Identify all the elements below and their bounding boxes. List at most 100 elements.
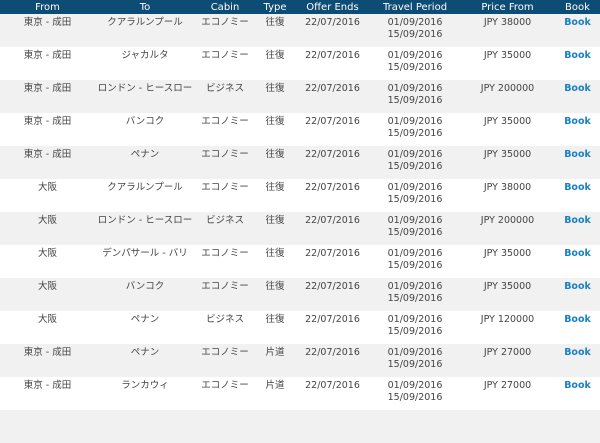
cell-to — [95, 410, 195, 443]
travel-period-start: 01/09/2016 — [387, 17, 443, 28]
cell-cabin: ビジネス — [205, 83, 244, 94]
cell-from: 大阪 — [37, 281, 57, 292]
book-link[interactable]: Book — [564, 281, 591, 292]
cell-book: Book — [555, 245, 600, 278]
cell-travel-period: 01/09/2016 15/09/2016 — [370, 113, 460, 146]
cell-type: 往復 — [265, 281, 285, 292]
cell-from — [0, 410, 95, 443]
travel-period-end: 15/09/2016 — [387, 293, 443, 304]
cell-price-from: JPY 27000 — [483, 380, 532, 391]
column-header-book: Book — [555, 0, 600, 14]
table-row: 大阪 ロンドン - ヒースロー ビジネス 往復 22/07/2016 01/09/2016… — [0, 212, 600, 245]
column-header-travel-period: Travel Period — [370, 0, 460, 14]
cell-from: 東京 - 成田 — [23, 380, 72, 391]
travel-period-end: 15/09/2016 — [387, 62, 443, 73]
table-row: 大阪 ペナン ビジネス 往復 22/07/2016 01/09/2016 15/09/201… — [0, 311, 600, 344]
cell-to: ロンドン - ヒースロー — [97, 215, 193, 226]
cell-book: Book — [555, 80, 600, 113]
table-row: 大阪 デンパサール - バリ エコノミー 往復 22/07/2016 01/09/2016… — [0, 245, 600, 278]
travel-period-start: 01/09/2016 — [387, 281, 443, 292]
table-header-row: From To Cabin Type Offer Ends Travel Per… — [0, 0, 600, 14]
cell-travel-period: 01/09/2016 15/09/2016 — [370, 344, 460, 377]
table-row: 東京 - 成田 ジャカルタ エコノミー 往復 22/07/2016 01/09/2016 1… — [0, 47, 600, 80]
book-link[interactable]: Book — [564, 347, 591, 358]
travel-period-end: 15/09/2016 — [387, 128, 443, 139]
table-row — [0, 410, 600, 443]
cell-cabin: エコノミー — [201, 347, 249, 358]
table-row: 大阪 バンコク エコノミー 往復 22/07/2016 01/09/2016 15/09/2… — [0, 278, 600, 311]
cell-price-from: JPY 200000 — [480, 83, 535, 94]
cell-price-from: JPY 35000 — [483, 116, 532, 127]
book-link[interactable]: Book — [564, 50, 591, 61]
cell-type: 片道 — [265, 380, 285, 391]
travel-period-end: 15/09/2016 — [387, 392, 443, 403]
cell-cabin: エコノミー — [201, 50, 249, 61]
cell-from: 大阪 — [37, 314, 57, 325]
cell-book: Book — [555, 14, 600, 47]
cell-book: Book — [555, 47, 600, 80]
cell-from: 東京 - 成田 — [23, 83, 72, 94]
cell-type: 往復 — [265, 248, 285, 259]
book-link[interactable]: Book — [564, 17, 591, 28]
cell-book: Book — [555, 146, 600, 179]
cell-to: ロンドン - ヒースロー — [97, 83, 193, 94]
cell-travel-period: 01/09/2016 15/09/2016 — [370, 212, 460, 245]
cell-offer-ends: 22/07/2016 — [305, 50, 360, 61]
cell-from: 東京 - 成田 — [23, 17, 72, 28]
cell-book: Book — [555, 113, 600, 146]
cell-cabin: エコノミー — [201, 149, 249, 160]
book-link[interactable]: Book — [564, 149, 591, 160]
cell-from: 東京 - 成田 — [23, 50, 72, 61]
cell-type: 往復 — [265, 314, 285, 325]
book-link[interactable]: Book — [564, 215, 591, 226]
cell-from: 東京 - 成田 — [23, 347, 72, 358]
book-link[interactable]: Book — [564, 248, 591, 259]
cell-to: デンパサール - バリ — [102, 248, 188, 259]
table-row: 東京 - 成田 バンコク エコノミー 往復 22/07/2016 01/09/2016 15… — [0, 113, 600, 146]
cell-price-from: JPY 27000 — [483, 347, 532, 358]
cell-type: 往復 — [265, 83, 285, 94]
travel-period-end: 15/09/2016 — [387, 161, 443, 172]
cell-price-from: JPY 38000 — [483, 17, 532, 28]
cell-book: Book — [555, 377, 600, 410]
travel-period-end: 15/09/2016 — [387, 359, 443, 370]
cell-cabin: ビジネス — [205, 314, 244, 325]
cell-offer-ends: 22/07/2016 — [305, 347, 360, 358]
column-header-type: Type — [255, 0, 295, 14]
book-link[interactable]: Book — [564, 380, 591, 391]
travel-period-end: 15/09/2016 — [387, 227, 443, 238]
cell-price-from: JPY 38000 — [483, 182, 532, 193]
cell-to: ペナン — [130, 314, 160, 325]
cell-offer-ends: 22/07/2016 — [305, 116, 360, 127]
book-link[interactable]: Book — [564, 182, 591, 193]
cell-travel-period: 01/09/2016 15/09/2016 — [370, 47, 460, 80]
cell-to: ジャカルタ — [121, 50, 169, 61]
travel-period-start: 01/09/2016 — [387, 50, 443, 61]
cell-type: 往復 — [265, 17, 285, 28]
cell-price-from: JPY 120000 — [480, 314, 535, 325]
cell-type — [255, 410, 295, 443]
table-row: 東京 - 成田 ランカウィ エコノミー 片道 22/07/2016 01/09/2016 1… — [0, 377, 600, 410]
cell-book: Book — [555, 344, 600, 377]
cell-cabin: エコノミー — [201, 380, 249, 391]
cell-to: ランカウィ — [121, 380, 169, 391]
book-link[interactable]: Book — [564, 83, 591, 94]
table-row: 大阪 クアラルンプール エコノミー 往復 22/07/2016 01/09/2016 15/… — [0, 179, 600, 212]
column-header-to: To — [95, 0, 195, 14]
cell-type: 往復 — [265, 149, 285, 160]
cell-type: 往復 — [265, 50, 285, 61]
cell-travel-period: 01/09/2016 15/09/2016 — [370, 14, 460, 47]
cell-book: Book — [555, 311, 600, 344]
cell-travel-period: 01/09/2016 15/09/2016 — [370, 245, 460, 278]
cell-to: バンコク — [125, 116, 165, 127]
cell-cabin: ビジネス — [205, 215, 244, 226]
cell-travel-period: 01/09/2016 15/09/2016 — [370, 278, 460, 311]
book-link[interactable]: Book — [564, 116, 591, 127]
cell-to: バンコク — [125, 281, 165, 292]
cell-offer-ends: 22/07/2016 — [305, 380, 360, 391]
cell-offer-ends: 22/07/2016 — [305, 17, 360, 28]
cell-from: 大阪 — [37, 248, 57, 259]
travel-period-end: 15/09/2016 — [387, 194, 443, 205]
book-link[interactable]: Book — [564, 314, 591, 325]
cell-offer-ends — [295, 410, 370, 443]
